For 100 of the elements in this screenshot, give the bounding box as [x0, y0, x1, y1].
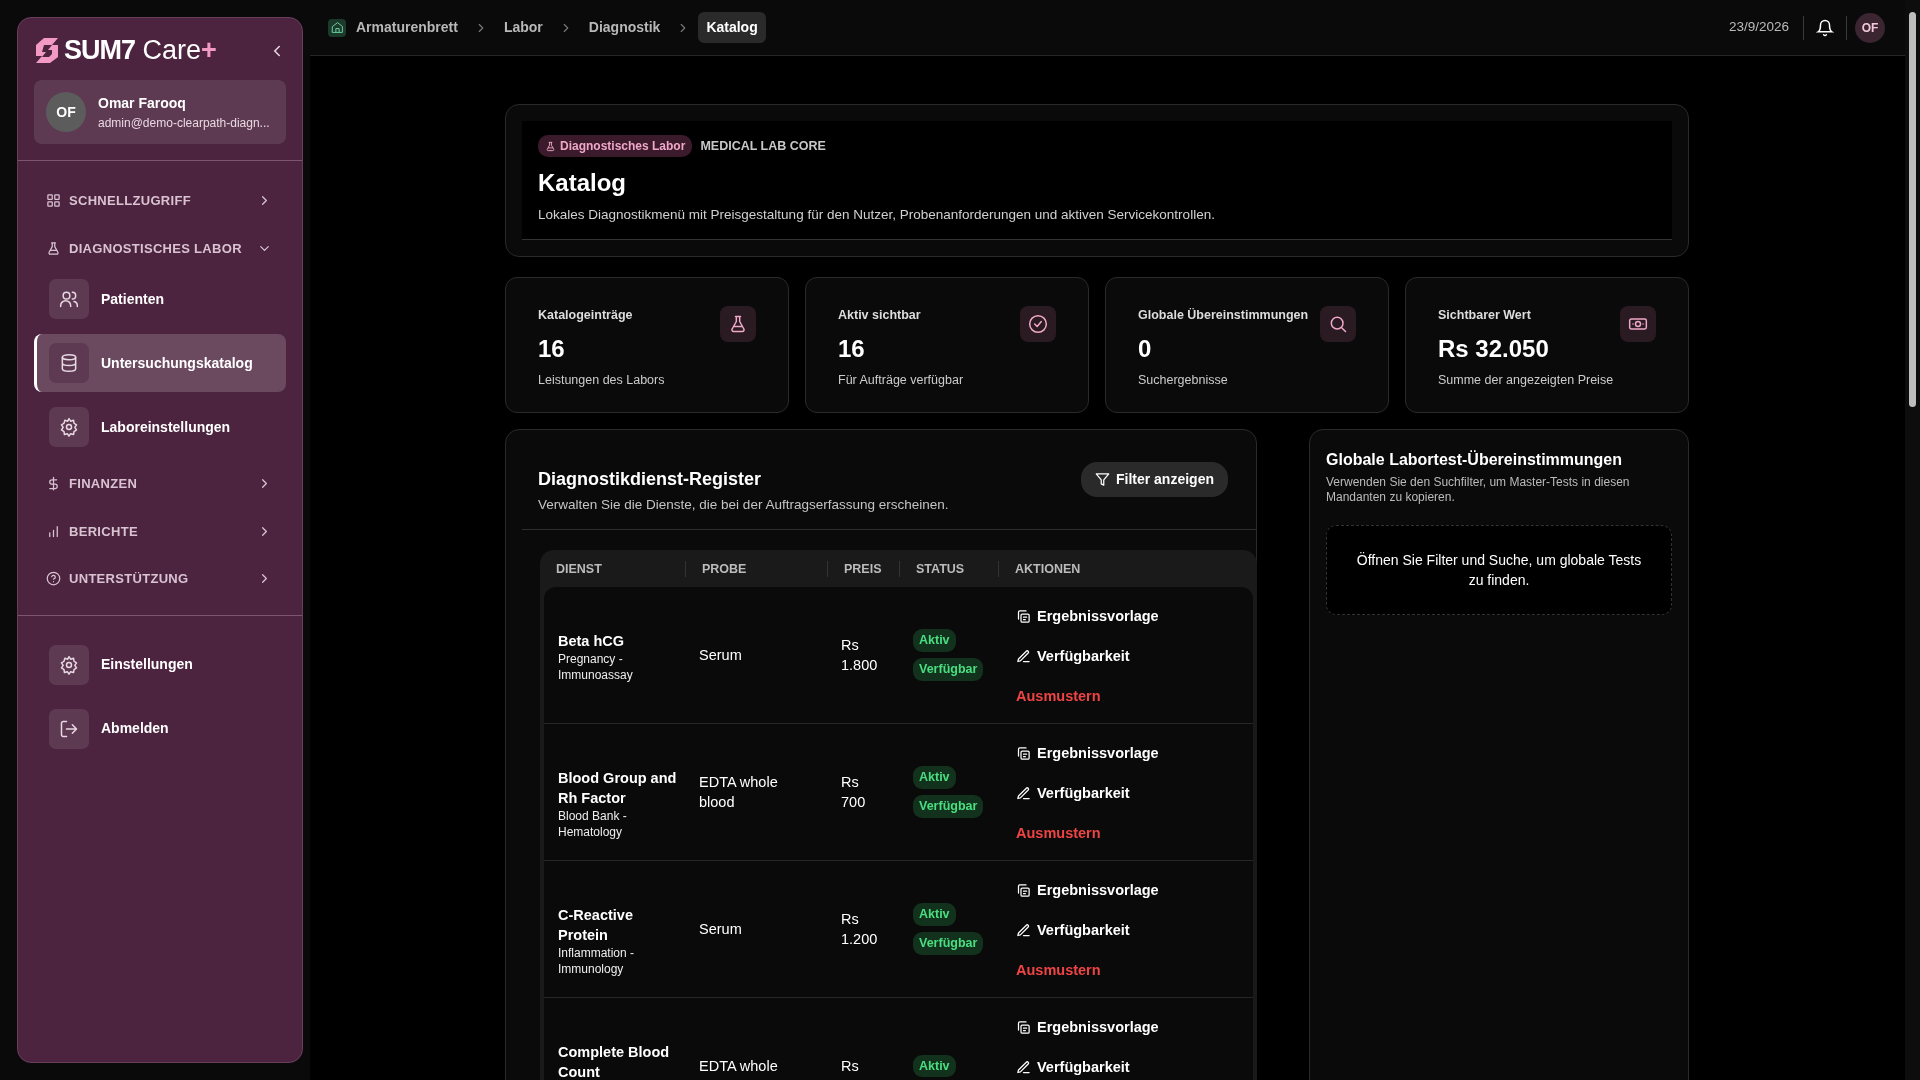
status-badge: Aktiv: [913, 903, 956, 926]
stat-caption: Summe der angezeigten Preise: [1438, 372, 1614, 389]
scrollbar-thumb[interactable]: [1909, 12, 1916, 407]
breadcrumb-link[interactable]: Diagnostik: [580, 12, 669, 43]
service-category: Pregnancy - Immunoassay: [558, 651, 634, 683]
stat-label: Sichtbarer Wert: [1438, 307, 1532, 325]
nav-item[interactable]: Laboreinstellungen: [34, 398, 286, 456]
edit-icon: [1016, 785, 1031, 801]
home-icon[interactable]: [328, 18, 346, 37]
user-avatar[interactable]: OF: [1855, 12, 1885, 43]
stat-value: Rs 32.050: [1438, 334, 1550, 364]
price-cell-text: Rs 700: [840, 773, 867, 812]
gear-icon: [49, 407, 89, 447]
date-text: 23/9/2026: [1728, 18, 1789, 37]
section-title: Globale Labortest-Übereinstimmungen: [1326, 449, 1624, 470]
availability-button[interactable]: Verfügbarkeit: [1016, 643, 1130, 669]
nav-item-label: Laboreinstellungen: [101, 417, 231, 437]
nav-group[interactable]: FINANZEN: [34, 462, 286, 506]
column-header: AKTIONEN: [998, 560, 1257, 577]
eyebrow-text: MEDICAL LAB CORE: [700, 137, 826, 155]
section-description: Verwenden Sie den Suchfilter, um Master-Tests in diesen Mandanten zu kopieren.: [1326, 474, 1631, 505]
availability-button[interactable]: Verfügbarkeit: [1016, 780, 1130, 806]
empty-state-message: Öffnen Sie Filter und Suche, um globale Tests zu finden.: [1326, 524, 1672, 615]
template-button[interactable]: Ergebnissvorlage: [1016, 603, 1159, 629]
status-badge: Verfügbar: [913, 795, 984, 818]
nav-item[interactable]: Patienten: [34, 270, 286, 328]
flask-icon: [46, 240, 61, 256]
stat-caption: Suchergebnisse: [1138, 372, 1229, 389]
price-cell-text: Rs: [840, 1057, 860, 1076]
gear-icon: [49, 644, 89, 685]
copy-icon: [1016, 882, 1031, 898]
edit-icon: [1016, 1059, 1031, 1075]
status-badge: Aktiv: [913, 629, 956, 652]
filter-button[interactable]: Filter anzeigen: [1080, 461, 1228, 497]
brand-name: SUM7 Care+: [64, 36, 217, 64]
nav-group[interactable]: UNTERSTÜTZUNG: [34, 557, 286, 601]
dollar-icon: [46, 476, 61, 492]
section-subtitle: Verwalten Sie die Dienste, die bei der Auftragserfassung erscheinen.: [538, 495, 949, 514]
service-category: Blood Bank - Hematology: [558, 808, 628, 840]
status-badge: Aktiv: [913, 766, 956, 789]
availability-button[interactable]: Verfügbarkeit: [1016, 1054, 1130, 1080]
retire-button[interactable]: Ausmustern: [1016, 957, 1101, 983]
service-name: Blood Group and Rh Factor: [558, 769, 678, 808]
table-cell-text: EDTA whole blood: [698, 773, 779, 812]
people-icon: [49, 279, 89, 319]
nav-item-label: Patienten: [101, 289, 164, 309]
stat-caption: Leistungen des Labors: [538, 372, 665, 389]
status-badge: Aktiv: [913, 1054, 956, 1078]
nav-group[interactable]: DIAGNOSTISCHES LABOR: [34, 226, 286, 270]
logo-icon: [34, 36, 60, 64]
user-card[interactable]: OF Omar Farooq admin@demo-clearpath-diagn...: [34, 80, 286, 144]
nav-item[interactable]: Abmelden: [34, 699, 286, 758]
section-title: Diagnostikdienst-Register: [538, 467, 763, 491]
table-cell-text: Serum: [698, 920, 743, 939]
table-cell-text: Serum: [698, 646, 743, 665]
status-badge: Verfügbar: [913, 658, 984, 681]
availability-button[interactable]: Verfügbarkeit: [1016, 917, 1130, 943]
help-icon: [46, 571, 61, 587]
filter-icon: [1094, 471, 1110, 487]
stat-value: 16: [838, 334, 866, 364]
breadcrumb-link[interactable]: Katalog: [698, 12, 766, 43]
nav-group[interactable]: SCHNELLZUGRIFF: [34, 179, 286, 223]
column-header: PREIS: [827, 560, 899, 577]
service-name: C-Reactive Protein: [558, 906, 634, 945]
column-header: DIENST: [555, 560, 603, 577]
category-tag: Diagnostisches Labor: [538, 135, 693, 157]
stat-label: Katalogeinträge: [538, 307, 634, 325]
retire-button[interactable]: Ausmustern: [1016, 820, 1101, 846]
copy-icon: [1016, 745, 1031, 761]
nav-item-label: Abmelden: [101, 719, 169, 738]
breadcrumb-link[interactable]: Armaturenbrett: [354, 12, 466, 43]
page-title: Katalog: [538, 168, 627, 198]
nav-item[interactable]: Untersuchungskatalog: [34, 334, 286, 392]
price-cell-text: Rs 1.200: [840, 910, 879, 949]
stat-value: 0: [1138, 334, 1153, 364]
retire-button[interactable]: Ausmustern: [1016, 683, 1101, 709]
flask-icon: [720, 306, 756, 343]
stat-value: 16: [538, 334, 566, 364]
template-button[interactable]: Ergebnissvorlage: [1016, 1014, 1159, 1040]
template-button[interactable]: Ergebnissvorlage: [1016, 877, 1159, 903]
page-description: Lokales Diagnostikmenü mit Preisgestaltung für den Nutzer, Probenanforderungen und aktiven Servicekontrollen.: [538, 206, 1216, 224]
service-name: Beta hCG: [558, 632, 626, 651]
user-email: admin@demo-clearpath-diagn...: [98, 114, 270, 132]
copy-icon: [1016, 1019, 1031, 1035]
database-icon: [49, 343, 89, 383]
user-name: Omar Farooq: [98, 93, 187, 113]
stat-label: Aktiv sichtbar: [838, 307, 922, 325]
bar-chart-icon: [46, 523, 61, 539]
table-cell-text: EDTA whole: [698, 1057, 779, 1076]
nav-item[interactable]: Einstellungen: [34, 635, 286, 694]
search-icon: [1320, 306, 1356, 343]
edit-icon: [1016, 922, 1031, 938]
nav-group[interactable]: BERICHTE: [34, 509, 286, 553]
template-button[interactable]: Ergebnissvorlage: [1016, 740, 1159, 766]
breadcrumb-link[interactable]: Labor: [495, 12, 551, 43]
stat-label: Globale Übereinstimmungen: [1138, 307, 1309, 325]
grid-icon: [46, 193, 61, 209]
service-name: Complete Blood Count: [558, 1043, 671, 1080]
logout-icon: [49, 708, 89, 749]
price-cell-text: Rs 1.800: [840, 636, 879, 675]
